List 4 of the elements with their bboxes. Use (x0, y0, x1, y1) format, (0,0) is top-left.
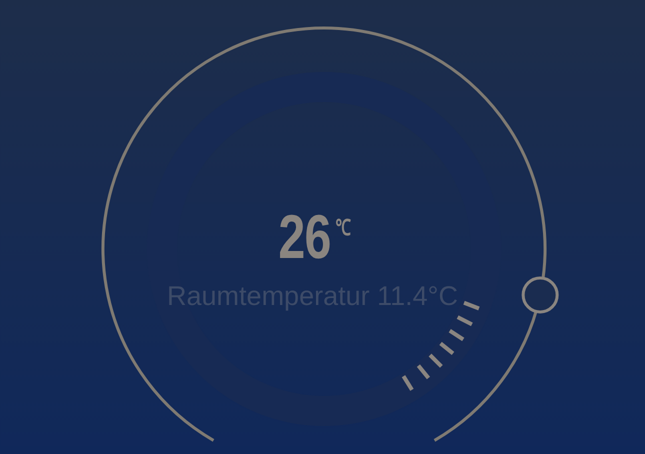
slider-handle[interactable] (522, 276, 559, 314)
temperature-unit: ℃ (335, 214, 351, 241)
set-temperature: 26 (278, 207, 331, 269)
slider-track[interactable] (102, 26, 546, 442)
